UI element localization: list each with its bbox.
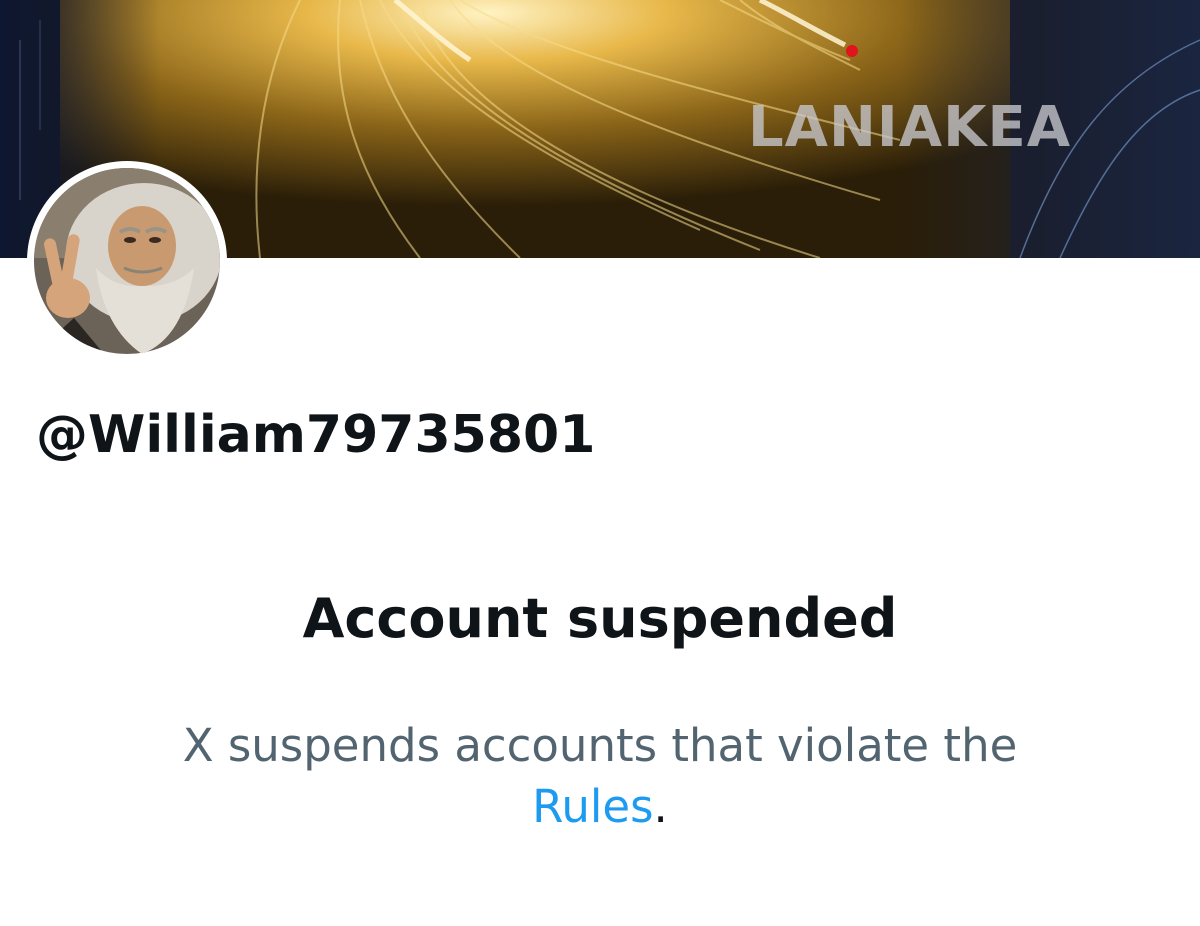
description-period: . — [653, 780, 668, 833]
avatar[interactable] — [27, 161, 227, 361]
suspended-description: X suspends accounts that violate the Rul… — [0, 715, 1200, 837]
profile-page: LANIAKEA @William79735801 Account suspen… — [0, 0, 1200, 926]
profile-handle: @William79735801 — [36, 405, 596, 465]
suspended-title: Account suspended — [302, 587, 898, 650]
suspended-description-text: X suspends accounts that violate the — [182, 719, 1018, 772]
avatar-image — [34, 168, 220, 354]
banner-watermark-text: LANIAKEA — [748, 95, 1072, 160]
rules-link[interactable]: Rules — [532, 780, 653, 833]
